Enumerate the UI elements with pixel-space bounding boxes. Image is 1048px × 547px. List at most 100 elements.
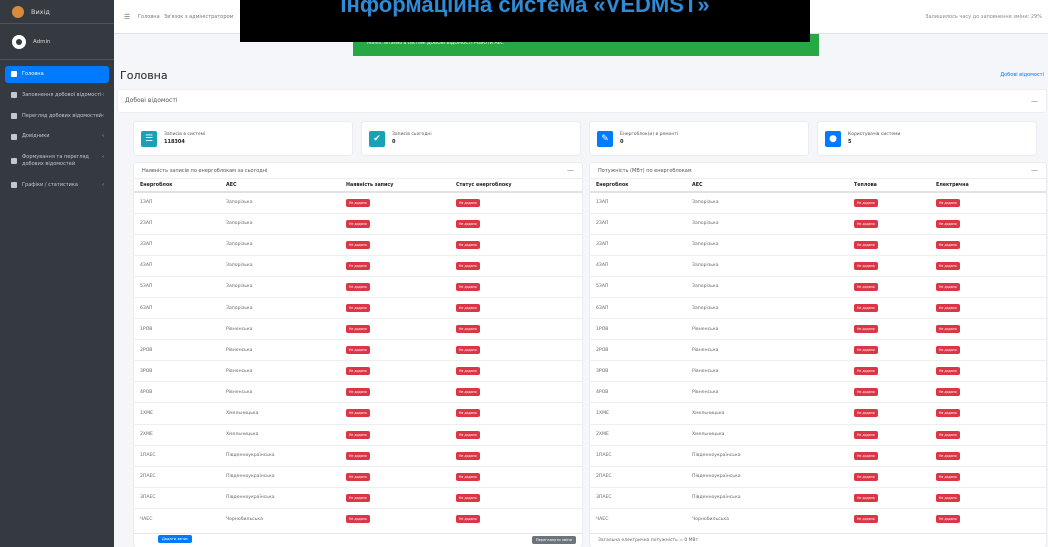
unit-cell: 5ЗАП — [134, 275, 220, 298]
unit-cell: ЧАЕС — [590, 507, 686, 530]
status-badge: Не додано — [936, 367, 960, 376]
status-badge: Не додано — [936, 388, 960, 397]
status-badge: Не додано — [854, 472, 878, 481]
info-box-title: Записів в системі — [164, 132, 206, 137]
status-cell: Не додано — [340, 339, 450, 361]
table-row: 2ЗАП Запорізька Не додано Не додано — [590, 212, 1046, 235]
unit-cell: 6ЗАП — [134, 296, 220, 319]
table-row: 3ПАЕС Південноукраїнська Не додано Не додан… — [590, 486, 1046, 509]
unit-cell: 1ЗАП — [590, 191, 686, 214]
npp-cell: Запорізька — [686, 254, 848, 277]
status-cell: Не додано — [930, 402, 1046, 425]
sidebar-item-label: Заповнення добової відомості — [22, 91, 102, 98]
unit-cell: 2ПАЕС — [134, 465, 220, 488]
status-badge: Не додано — [456, 367, 480, 376]
unit-cell: 1РОВ — [134, 318, 220, 340]
add-record-button[interactable]: Додати запис — [158, 535, 193, 543]
status-cell: Не додано — [340, 233, 450, 256]
sidebar-item-directories[interactable]: Довідники ‹ — [5, 128, 109, 145]
unit-cell: 4РОВ — [590, 381, 686, 403]
info-box-title: Записів сьогодні — [392, 132, 432, 137]
unit-cell: 3ПАЕС — [134, 486, 220, 509]
status-badge: Не додано — [936, 240, 960, 249]
breadcrumb[interactable]: Добові відомості — [1000, 72, 1044, 78]
status-badge: Не додано — [936, 198, 960, 207]
status-badge: Не додано — [346, 430, 370, 439]
sidebar-item-label: Перегляд добових відомостей — [22, 112, 103, 119]
review-changes-button[interactable]: Переглянути зміни — [531, 536, 576, 544]
menu-toggle-icon[interactable]: ☰ — [124, 13, 130, 21]
status-cell: Не додано — [848, 507, 930, 530]
shift-time-remaining: Залишилось часу до заповнення зміни: 29% — [925, 14, 1042, 20]
status-badge: Не додано — [936, 304, 960, 313]
sidebar-nav: Головна Заповнення добової відомості ‹ П… — [0, 60, 114, 203]
nav-link-home[interactable]: Головна — [138, 14, 160, 20]
npp-cell: Рівненська — [686, 360, 848, 382]
table-row: 5ЗАП Запорізька Не додано Не додано — [134, 275, 582, 298]
table-row: 1ЗАП Запорізька Не додано Не додано — [134, 191, 582, 214]
sidebar-item-label: Графіки / статистика — [22, 181, 78, 188]
collapse-icon[interactable]: — — [1031, 97, 1038, 105]
status-cell: Не додано — [848, 465, 930, 488]
status-cell: Не додано — [930, 296, 1046, 319]
npp-cell: Рівненська — [220, 381, 340, 403]
collapse-icon[interactable]: — — [1031, 166, 1038, 174]
sidebar-item-label: Формування та перегляд добових відомосте… — [22, 154, 89, 167]
table-row: 2ПАЕС Південноукраїнська Не додано Не додан… — [590, 465, 1046, 488]
collapse-icon[interactable]: — — [567, 166, 574, 174]
status-cell: Не додано — [450, 402, 582, 425]
status-badge: Не додано — [346, 367, 370, 376]
table-row: 4ЗАП Запорізька Не додано Не додано — [134, 254, 582, 277]
npp-cell: Запорізька — [686, 212, 848, 235]
table-row: 3ЗАП Запорізька Не додано Не додано — [134, 233, 582, 256]
table-row: 3РОВ Рівненська Не додано Не додано — [590, 360, 1046, 382]
status-badge: Не додано — [456, 304, 480, 313]
section-label: Добові відомості — [125, 97, 178, 104]
page-title: Головна — [120, 69, 168, 82]
unit-cell: 2РОВ — [134, 339, 220, 361]
unit-cell: 1РОВ — [590, 318, 686, 340]
npp-cell: Чорнобильська — [686, 507, 848, 530]
status-cell: Не додано — [340, 423, 450, 446]
npp-cell: Південноукраїнська — [686, 486, 848, 509]
status-badge: Не додано — [936, 325, 960, 334]
unit-cell: ЧАЕС — [134, 507, 220, 530]
status-cell: Не додано — [450, 191, 582, 214]
unit-cell: 2ПАЕС — [590, 465, 686, 488]
status-cell: Не додано — [450, 423, 582, 446]
npp-cell: Запорізька — [220, 254, 340, 277]
status-badge: Не додано — [854, 325, 878, 334]
unit-cell: 3РОВ — [134, 360, 220, 382]
sidebar-item-view-reports[interactable]: Перегляд добових відомостей ‹ — [5, 108, 109, 125]
status-cell: Не додано — [930, 423, 1046, 446]
status-cell: Не додано — [930, 444, 1046, 467]
status-cell: Не додано — [450, 486, 582, 509]
table-row: 5ЗАП Запорізька Не додано Не додано — [590, 275, 1046, 298]
records-by-unit-panel: Наявність записів по енергоблокам за сьо… — [134, 163, 582, 547]
chevron-left-icon: ‹ — [102, 181, 104, 188]
sidebar-item-fill-report[interactable]: Заповнення добової відомості ‹ — [5, 87, 109, 104]
status-cell: Не додано — [340, 254, 450, 277]
total-power-text: Загальна електрична потужність = 0 МВт — [598, 538, 699, 543]
column-header: Наявність запису — [340, 179, 450, 193]
status-badge: Не додано — [346, 304, 370, 313]
npp-cell: Хмельницька — [686, 423, 848, 446]
npp-cell: Хмельницька — [686, 402, 848, 425]
sidebar-item-charts[interactable]: Графіки / статистика ‹ — [5, 177, 109, 194]
status-cell: Не додано — [340, 191, 450, 214]
brand[interactable]: Вихід — [0, 0, 114, 24]
check-icon: ✔ — [369, 130, 385, 147]
nav-link-contact-admin[interactable]: Зв'язок з адміністратором — [164, 14, 233, 20]
status-badge: Не додано — [346, 240, 370, 249]
table-row: ЧАЕС Чорнобильська Не додано Не додано — [134, 507, 582, 530]
column-header: Теплова — [848, 179, 930, 193]
overlay-title: Інформаційна система «VEDMST» — [240, 0, 810, 42]
unit-cell: 1ЗАП — [134, 191, 220, 214]
user-panel[interactable]: Admin — [0, 24, 114, 60]
sidebar-item-generate-reports[interactable]: Формування та перегляд добових відомосте… — [5, 149, 109, 173]
panel-footer: Додати запис Переглянути зміни — [134, 533, 582, 547]
npp-cell: Південноукраїнська — [220, 444, 340, 467]
status-badge: Не додано — [346, 515, 370, 524]
status-cell: Не додано — [450, 296, 582, 319]
sidebar-item-home[interactable]: Головна — [5, 66, 109, 83]
